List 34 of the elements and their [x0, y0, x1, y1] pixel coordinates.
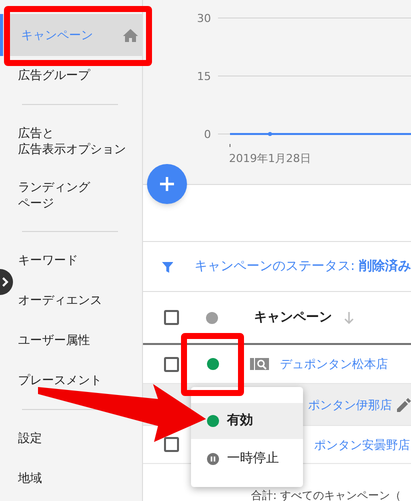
sidebar-item[interactable]: プレースメント [0, 360, 142, 400]
total-label: 合計: すべてのキャンペーン（ [251, 490, 402, 501]
preview-icon [250, 357, 269, 371]
chevron-icon [2, 277, 9, 287]
sidebar-item[interactable]: 設定 [0, 418, 142, 458]
highlight-frame [181, 333, 244, 396]
axis-tick-label: 30 [197, 12, 211, 25]
axis-date-label: 2019年1月28日 [229, 152, 311, 165]
add-button[interactable] [147, 164, 187, 204]
sidebar-item[interactable]: ユーザー属性 [0, 320, 142, 360]
sidebar-item[interactable]: 広告と 広告表示オプション [0, 114, 142, 168]
sidebar-item[interactable]: ランディング ページ [0, 168, 142, 222]
menu-item[interactable]: 有効 [191, 403, 303, 439]
sidebar-item[interactable]: オーディエンス [0, 280, 142, 320]
axis-tick-label: 0 [204, 128, 211, 141]
sidebar-item[interactable]: 広告グループ [0, 56, 142, 94]
pencil-icon [397, 398, 411, 412]
checkbox[interactable] [164, 310, 179, 325]
checkbox[interactable] [164, 356, 179, 372]
pause-icon [207, 453, 219, 465]
campaign-link[interactable]: ポンタン安曇野店 [314, 436, 410, 454]
axis-tick-label: 15 [197, 70, 211, 83]
filter-text[interactable]: キャンペーンのステータス: 削除済み [194, 256, 411, 276]
sort-down-icon [344, 312, 354, 324]
sidebar-item[interactable]: キーワード [0, 240, 142, 280]
status-dot-icon [207, 415, 219, 427]
home-icon [123, 28, 138, 42]
column-header[interactable]: キャンペーン [254, 308, 332, 328]
plus-icon [160, 177, 174, 191]
sidebar-item[interactable]: 地域 [0, 458, 142, 498]
menu-item[interactable]: 一時停止 [191, 441, 303, 477]
data-point [268, 132, 272, 136]
campaign-link[interactable]: デュポンタン松本店 [280, 355, 388, 373]
checkbox[interactable] [164, 437, 179, 452]
